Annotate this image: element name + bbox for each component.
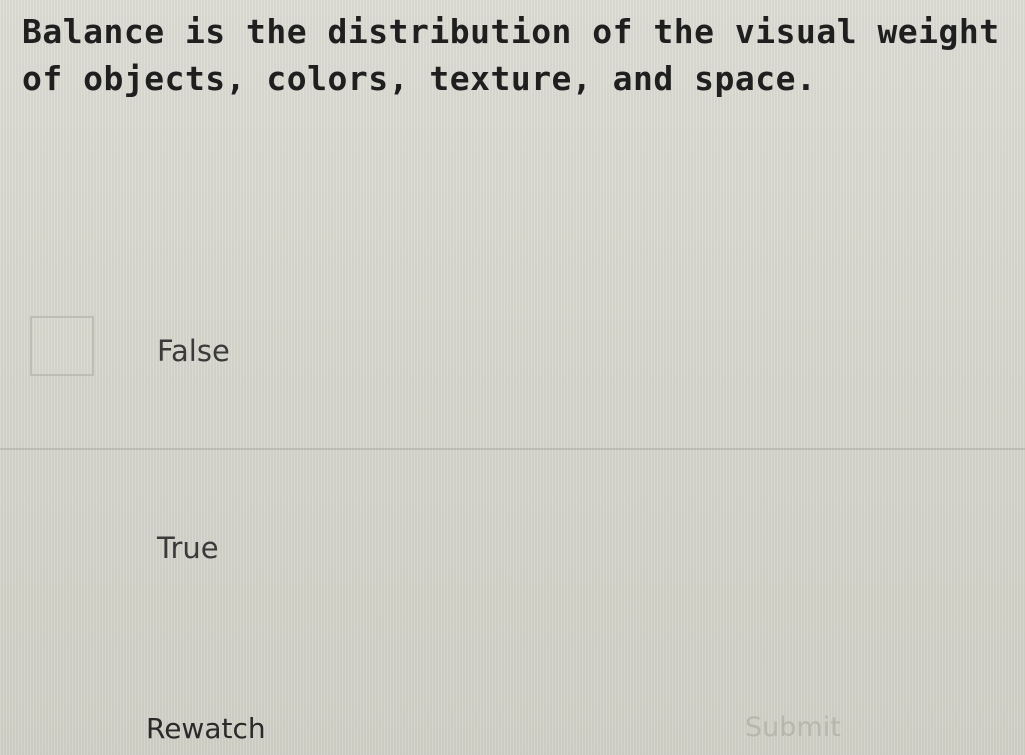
submit-button[interactable]: Submit [745, 712, 841, 743]
option-true[interactable]: True [0, 448, 1025, 628]
footer-actions: Rewatch Submit [0, 700, 1025, 755]
answer-options: False True [0, 270, 1025, 628]
option-false-checkbox[interactable] [30, 316, 94, 376]
rewatch-button[interactable]: Rewatch [146, 712, 266, 745]
option-true-label: True [157, 531, 219, 565]
question-text: Balance is the distribution of the visua… [22, 12, 1000, 98]
option-false[interactable]: False [0, 270, 1025, 448]
option-false-label: False [157, 334, 230, 368]
